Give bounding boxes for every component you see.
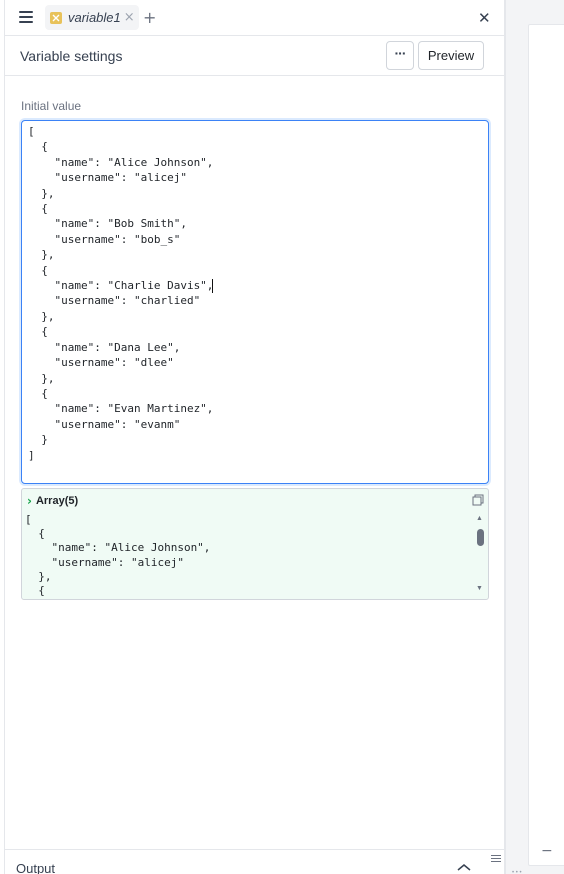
value-preview: › Array(5) [ { "name": "Alice Johnson", … <box>21 488 489 600</box>
dots-icon: • • • <box>512 870 522 874</box>
zoom-out-icon[interactable]: − <box>541 843 553 859</box>
array-type-label: Array(5) <box>35 495 79 507</box>
variable-icon <box>50 11 62 24</box>
close-icon[interactable]: ✕ <box>478 9 491 27</box>
output-label: Output <box>16 861 56 874</box>
initial-value-editor[interactable]: [ { "name": "Alice Johnson", "username":… <box>21 120 489 484</box>
more-options-button[interactable]: ··· <box>386 41 414 70</box>
preview-button[interactable]: Preview <box>418 41 484 70</box>
preview-scrollbar[interactable]: ▲ ▼ <box>475 515 485 597</box>
chevron-right-icon[interactable]: › <box>27 494 32 508</box>
settings-header: Variable settings ··· Preview <box>5 36 504 76</box>
text-caret <box>212 279 213 293</box>
scroll-down-icon[interactable]: ▼ <box>476 585 483 592</box>
tab-variable1[interactable]: variable1 × <box>45 5 139 30</box>
tab-close-icon[interactable]: × <box>124 11 135 24</box>
tab-label: variable1 <box>68 10 121 25</box>
initial-value-label: Initial value <box>21 99 82 113</box>
scroll-up-icon[interactable]: ▲ <box>476 515 483 522</box>
variable-panel: variable1 × + ✕ Variable settings ··· Pr… <box>4 0 505 874</box>
more-icon: ··· <box>394 44 407 61</box>
resize-handle-icon[interactable] <box>491 855 501 864</box>
preview-header[interactable]: › Array(5) <box>27 494 78 508</box>
preview-code: [ { "name": "Alice Johnson", "username":… <box>25 513 211 598</box>
tab-bar: variable1 × + ✕ <box>5 0 504 36</box>
menu-icon[interactable] <box>19 11 33 23</box>
page-title: Variable settings <box>20 48 123 64</box>
initial-value-code[interactable]: [ { "name": "Alice Johnson", "username":… <box>22 121 488 466</box>
scroll-thumb[interactable] <box>477 529 484 546</box>
background-card <box>528 24 564 866</box>
copy-icon[interactable] <box>472 493 484 511</box>
chevron-up-icon[interactable] <box>457 859 471 874</box>
output-bar[interactable]: Output <box>5 849 504 874</box>
add-tab-icon[interactable]: + <box>143 8 156 27</box>
